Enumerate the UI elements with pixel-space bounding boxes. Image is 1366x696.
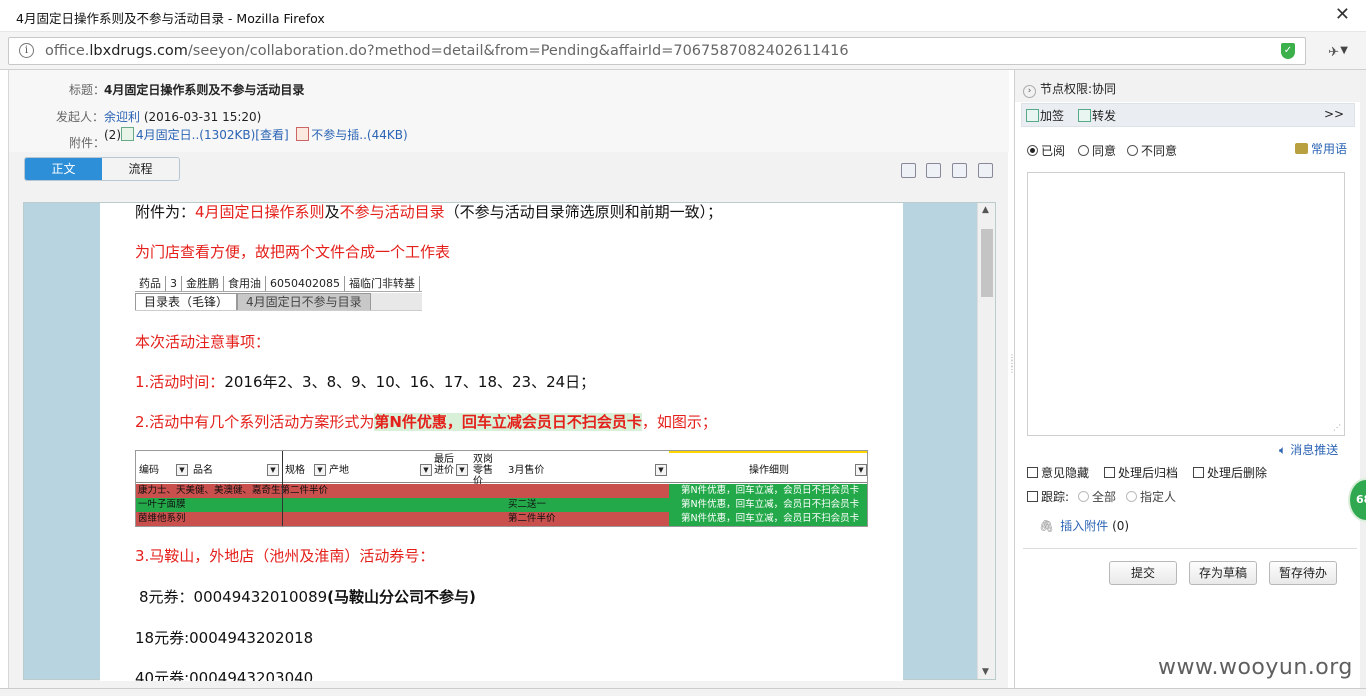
document-scrollbar[interactable]: ▲ ▼ [977, 203, 995, 679]
add-sign-icon [1026, 109, 1039, 122]
sheet-cell-price: 第二件半价 [508, 513, 556, 524]
extension-icon[interactable]: ✈ [1328, 45, 1339, 60]
attachment2-link[interactable]: 不参与插..(44KB) [311, 128, 407, 142]
tab-flow[interactable]: 流程 [102, 158, 179, 180]
doc-coupon-1: 8元券：00049432010089(马鞍山分公司不参与) [139, 588, 476, 606]
doc-notes-title: 本次活动注意事项： [135, 333, 271, 351]
sheet-tab-strip-image: 药品 3 金胜鹏 食用油 6050402085 福临门非转基 目录表（毛锋） 4月固定日不参… [135, 275, 422, 311]
sheet-cell-rule: 第N件优惠，回车立减，会员日不扫会员卡 [669, 484, 867, 498]
submit-button[interactable]: 提交 [1109, 561, 1177, 585]
sender-info: 余迎利 (2016-03-31 15:20) [104, 110, 262, 124]
menu-arrow-icon[interactable]: ▼ [1340, 45, 1348, 56]
sheet-cell-rule: 第N件优惠，回车立减，会员日不扫会员卡 [669, 512, 867, 526]
excel-file-icon [121, 127, 134, 141]
tab-body[interactable]: 正文 [25, 158, 102, 180]
sheet-header: 编码 ▼ 品名 ▼ 规格 ▼ 产地 ▼ 最后进价 ▼ 双岗零售价 3月售价 ▼ … [136, 451, 867, 487]
paperclip-icon: 🖇︎ [1039, 519, 1055, 533]
opinion-textarea[interactable]: ⋰ [1027, 172, 1345, 436]
doc-item-1: 1.活动时间：2016年2、3、8、9、10、16、17、18、23、24日； [135, 373, 596, 391]
doc-line-merge: 为门店查看方便，故把两个文件合成一个工作表 [135, 243, 451, 261]
scroll-down-icon[interactable]: ▼ [982, 667, 989, 677]
watermark: www.wooyun.org [1158, 655, 1353, 680]
expand-button[interactable]: >> [1324, 107, 1344, 121]
document-header: 标题： 4月固定日操作系则及不参与活动目录 发起人： 余迎利 (2016-03-… [9, 70, 1009, 152]
attachment-label: 附件： [69, 136, 106, 150]
doc-line-attachments: 附件为：4月固定日操作系则及不参与活动目录（不参与活动目录筛选原则和前期一致）； [135, 203, 723, 221]
sheet-cell-rule: 第N件优惠，回车立减，会员日不扫会员卡 [669, 498, 867, 512]
document-page: 附件为：4月固定日操作系则及不参与活动目录（不参与活动目录筛选原则和前期一致）；… [100, 203, 903, 681]
insert-attachment-link[interactable]: 🖇︎ 插入附件 (0) [1039, 517, 1129, 534]
doc-item-2: 2.活动中有几个系列活动方案形式为第N件优惠，回车立减会员日不扫会员卡，如图示； [135, 413, 717, 431]
content-tabs: 正文 流程 [24, 157, 180, 181]
subject-value: 4月固定日操作系则及不参与活动目录 [104, 83, 305, 97]
attachment1-view-link[interactable]: [查看] [255, 128, 288, 142]
action-panel: › 节点权限:协同 加签 转发 >> 已阅 同意 不同意 常用语 ⋰ 🔈︎ 消息推送… [1014, 70, 1361, 688]
close-icon[interactable]: ✕ [1335, 4, 1350, 25]
window-title: 4月固定日操作系则及不参与活动目录 - Mozilla Firefox [16, 11, 325, 26]
url-text: office.lbxdrugs.com/seeyon/collaboration… [45, 43, 849, 59]
archive-after-checkbox[interactable]: 处理后归档 [1104, 464, 1178, 481]
save-draft-button[interactable]: 存为草稿 [1189, 561, 1257, 585]
save-icon[interactable] [952, 163, 967, 178]
track-checkbox[interactable]: 跟踪: [1027, 488, 1069, 505]
list-icon[interactable] [978, 163, 993, 178]
radio-disagree[interactable]: 不同意 [1127, 142, 1177, 159]
hold-button[interactable]: 暂存待办 [1269, 561, 1337, 585]
navigation-bar: i office.lbxdrugs.com/seeyon/collaborati… [0, 32, 1366, 70]
action-toolbar: 加签 转发 >> [1021, 103, 1355, 127]
add-sign-button[interactable]: 加签 [1026, 107, 1064, 124]
document-viewer: 附件为：4月固定日操作系则及不参与活动目录（不参与活动目录筛选原则和前期一致）；… [23, 202, 996, 681]
sheet-cell-name: 一叶子面膜 [136, 498, 669, 512]
node-permission: › 节点权限:协同 [1023, 80, 1116, 98]
sheet-cell-name: 茵维他系列 [136, 512, 669, 526]
radio-agree[interactable]: 同意 [1078, 142, 1116, 159]
sheet-strip-row: 药品 3 金胜鹏 食用油 6050402085 福临门非转基 [135, 276, 422, 292]
shield-icon[interactable]: ✓ [1281, 43, 1295, 59]
sheet-cell-name: 康力士、天美健、美澳健、嘉奇生第二件半价 [136, 484, 669, 498]
common-phrases-link[interactable]: 常用语 [1295, 140, 1347, 157]
message-push-link[interactable]: 🔈︎ 消息推送 [1279, 441, 1338, 458]
page-scrollbar[interactable] [1360, 70, 1366, 688]
phrase-icon [1295, 143, 1308, 154]
chevron-right-icon[interactable]: › [1023, 85, 1036, 98]
print-icon[interactable] [926, 163, 941, 178]
url-field[interactable]: i office.lbxdrugs.com/seeyon/collaborati… [8, 37, 1339, 65]
sheet-row: 康力士、天美健、美澳健、嘉奇生第二件半价 第N件优惠，回车立减，会员日不扫会员卡 [136, 484, 867, 498]
doc-coupon-3: 40元券:0004943203040 [135, 669, 314, 681]
sheet-cell-price: 买二送一 [508, 499, 547, 510]
sender-label: 发起人： [56, 110, 105, 124]
spreadsheet-image: 编码 ▼ 品名 ▼ 规格 ▼ 产地 ▼ 最后进价 ▼ 双岗零售价 3月售价 ▼ … [135, 450, 868, 527]
panel-splitter[interactable]: ⋮ ⋮ ⋮ [1008, 354, 1016, 379]
delete-after-checkbox[interactable]: 处理后删除 [1193, 464, 1267, 481]
document-panel: 标题： 4月固定日操作系则及不参与活动目录 发起人： 余迎利 (2016-03-… [8, 70, 1009, 688]
doc-coupon-2: 18元券:0004943202018 [135, 629, 314, 647]
window-title-bar: 4月固定日操作系则及不参与活动目录 - Mozilla Firefox ✕ [0, 0, 1366, 32]
zoom-icon[interactable] [901, 163, 916, 178]
scroll-up-icon[interactable]: ▲ [982, 205, 989, 215]
file-icon [296, 127, 310, 141]
scroll-thumb[interactable] [981, 229, 993, 297]
track-all-radio[interactable]: 全部 [1078, 488, 1116, 505]
attachment1-link[interactable]: 4月固定日..(1302KB) [136, 128, 255, 142]
subject-label: 标题： [69, 83, 106, 97]
info-icon[interactable]: i [19, 43, 34, 58]
sender-name-link[interactable]: 余迎利 [104, 110, 140, 124]
attachment-list: (2) 4月固定日..(1302KB)[查看] 不参与插..(44KB) [104, 127, 408, 142]
sheet-strip-tabs: 目录表（毛锋） 4月固定日不参与目录 [135, 293, 422, 310]
speaker-icon: 🔈︎ [1279, 443, 1287, 457]
radio-read[interactable]: 已阅 [1027, 142, 1065, 159]
forward-button[interactable]: 转发 [1078, 107, 1116, 124]
sheet-row: 茵维他系列 第二件半价 第N件优惠，回车立减，会员日不扫会员卡 [136, 512, 867, 526]
forward-icon [1078, 109, 1091, 122]
track-specified-radio[interactable]: 指定人 [1126, 488, 1176, 505]
hide-opinion-checkbox[interactable]: 意见隐藏 [1027, 464, 1089, 481]
sheet-row: 一叶子面膜 买二送一 第N件优惠，回车立减，会员日不扫会员卡 [136, 498, 867, 512]
doc-item-3: 3.马鞍山，外地店（池州及淮南）活动券号： [135, 547, 435, 565]
